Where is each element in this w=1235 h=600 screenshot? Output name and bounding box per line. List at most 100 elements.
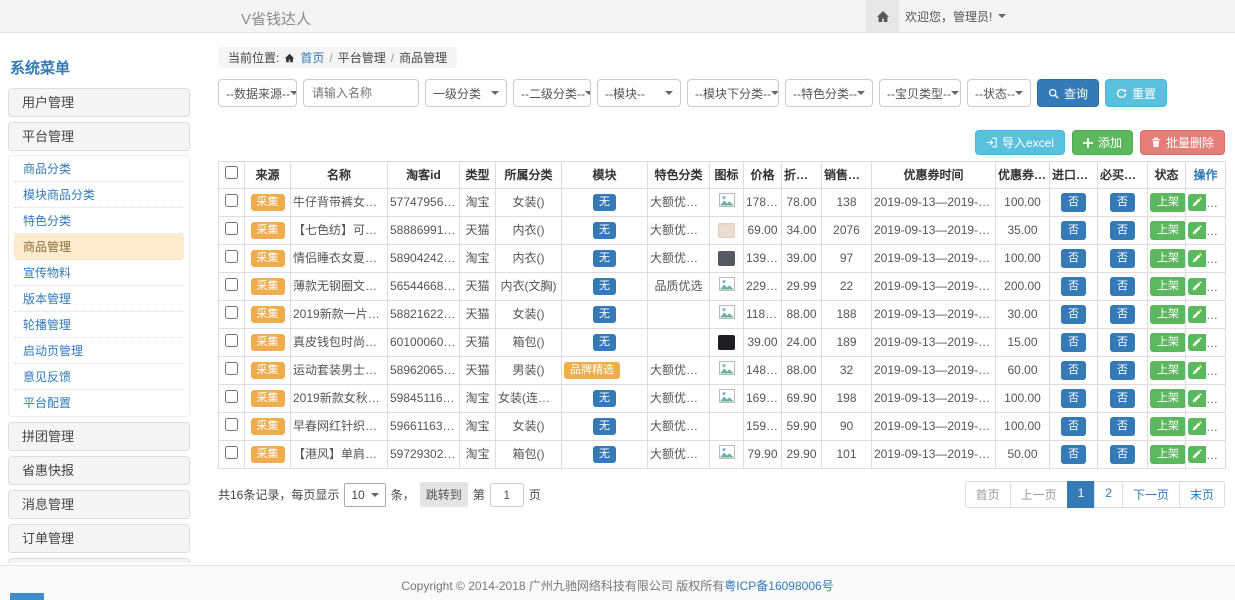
search-button[interactable]: 查询 bbox=[1037, 79, 1099, 107]
page-button-1[interactable]: 1 bbox=[1067, 481, 1096, 508]
import-excel-button[interactable]: 导入excel bbox=[975, 130, 1065, 155]
data-source-select[interactable]: --数据来源-- bbox=[218, 79, 297, 107]
status-button[interactable]: 上架 bbox=[1150, 193, 1186, 212]
must-buy-toggle-button[interactable]: 否 bbox=[1110, 445, 1135, 464]
must-buy-toggle-button[interactable]: 否 bbox=[1110, 221, 1135, 240]
edit-button[interactable] bbox=[1188, 390, 1206, 407]
status-button[interactable]: 上架 bbox=[1150, 333, 1186, 352]
edit-button[interactable] bbox=[1188, 194, 1206, 211]
edit-button[interactable] bbox=[1188, 446, 1206, 463]
page-size-select[interactable]: 10 bbox=[344, 483, 385, 507]
module-subcategory-select[interactable]: --模块下分类-- bbox=[687, 79, 779, 107]
sidebar-panel-平台管理[interactable]: 平台管理 bbox=[8, 122, 190, 151]
sidebar-panel-消息管理[interactable]: 消息管理 bbox=[8, 490, 190, 519]
page-button-2[interactable]: 2 bbox=[1094, 481, 1123, 508]
sidebar-item-意见反馈[interactable]: 意见反馈 bbox=[14, 364, 184, 390]
table-row: 采集真皮钱包时尚优雅女士...601000601341天猫箱包()无39.002… bbox=[219, 329, 1226, 357]
reset-button[interactable]: 重置 bbox=[1105, 79, 1167, 107]
sidebar-item-平台配置[interactable]: 平台配置 bbox=[14, 390, 184, 416]
must-buy-toggle-button[interactable]: 否 bbox=[1110, 417, 1135, 436]
row-checkbox[interactable] bbox=[225, 334, 238, 347]
edit-button[interactable] bbox=[1188, 222, 1206, 239]
sidebar-item-宣传物料[interactable]: 宣传物料 bbox=[14, 260, 184, 286]
imported-toggle-button[interactable]: 否 bbox=[1061, 193, 1086, 212]
breadcrumb-home-link[interactable]: 首页 bbox=[300, 49, 324, 66]
page-number-input[interactable] bbox=[490, 483, 524, 507]
cell-category: 女装(连衣裙) bbox=[496, 385, 562, 413]
category-level1-select[interactable]: 一级分类 bbox=[425, 79, 507, 107]
imported-toggle-button[interactable]: 否 bbox=[1061, 361, 1086, 380]
imported-toggle-button[interactable]: 否 bbox=[1061, 221, 1086, 240]
sidebar-panel-用户管理[interactable]: 用户管理 bbox=[8, 88, 190, 117]
edit-button[interactable] bbox=[1188, 334, 1206, 351]
add-button[interactable]: 添加 bbox=[1072, 130, 1133, 155]
sidebar-panel-兑换管理[interactable]: 兑换管理 bbox=[8, 558, 190, 563]
must-buy-toggle-button[interactable]: 否 bbox=[1110, 249, 1135, 268]
sidebar-item-特色分类[interactable]: 特色分类 bbox=[14, 208, 184, 234]
status-button[interactable]: 上架 bbox=[1150, 417, 1186, 436]
status-button[interactable]: 上架 bbox=[1150, 389, 1186, 408]
icp-link[interactable]: 粤ICP备16098006号 bbox=[724, 579, 833, 593]
status-select[interactable]: --状态-- bbox=[967, 79, 1031, 107]
user-menu[interactable]: 欢迎您，管理员! bbox=[905, 0, 1006, 32]
row-checkbox[interactable] bbox=[225, 278, 238, 291]
status-button[interactable]: 上架 bbox=[1150, 221, 1186, 240]
sidebar-item-启动页管理[interactable]: 启动页管理 bbox=[14, 338, 184, 364]
row-checkbox[interactable] bbox=[225, 306, 238, 319]
category-level2-select[interactable]: --二级分类-- bbox=[513, 79, 591, 107]
sidebar-panel-拼团管理[interactable]: 拼团管理 bbox=[8, 422, 190, 451]
must-buy-toggle-button[interactable]: 否 bbox=[1110, 193, 1135, 212]
feature-category-select[interactable]: --特色分类-- bbox=[785, 79, 873, 107]
status-button[interactable]: 上架 bbox=[1150, 249, 1186, 268]
imported-toggle-button[interactable]: 否 bbox=[1061, 249, 1086, 268]
must-buy-toggle-button[interactable]: 否 bbox=[1110, 389, 1135, 408]
batch-delete-button[interactable]: 批量删除 bbox=[1140, 130, 1225, 155]
imported-toggle-button[interactable]: 否 bbox=[1061, 333, 1086, 352]
select-all-checkbox[interactable] bbox=[225, 166, 238, 179]
status-button[interactable]: 上架 bbox=[1150, 361, 1186, 380]
row-checkbox[interactable] bbox=[225, 250, 238, 263]
row-checkbox[interactable] bbox=[225, 390, 238, 403]
page-button-末页[interactable]: 末页 bbox=[1179, 481, 1225, 508]
imported-toggle-button[interactable]: 否 bbox=[1061, 389, 1086, 408]
imported-toggle-button[interactable]: 否 bbox=[1061, 305, 1086, 324]
status-button[interactable]: 上架 bbox=[1150, 277, 1186, 296]
row-checkbox[interactable] bbox=[225, 194, 238, 207]
sidebar-item-轮播管理[interactable]: 轮播管理 bbox=[14, 312, 184, 338]
row-checkbox[interactable] bbox=[225, 222, 238, 235]
item-type-select[interactable]: --宝贝类型-- bbox=[879, 79, 961, 107]
edit-button[interactable] bbox=[1188, 278, 1206, 295]
jump-button[interactable]: 跳转到 bbox=[420, 482, 468, 507]
must-buy-toggle-button[interactable]: 否 bbox=[1110, 277, 1135, 296]
must-buy-toggle-button[interactable]: 否 bbox=[1110, 361, 1135, 380]
edit-button[interactable] bbox=[1188, 362, 1206, 379]
cell-imported: 否 bbox=[1050, 441, 1098, 469]
sidebar-item-商品分类[interactable]: 商品分类 bbox=[14, 156, 184, 182]
must-buy-toggle-button[interactable]: 否 bbox=[1110, 333, 1135, 352]
page-button-下一页[interactable]: 下一页 bbox=[1122, 481, 1180, 508]
sidebar-panel-省惠快报[interactable]: 省惠快报 bbox=[8, 456, 190, 485]
imported-toggle-button[interactable]: 否 bbox=[1061, 445, 1086, 464]
cell-feature bbox=[648, 301, 710, 329]
module-select[interactable]: --模块-- bbox=[597, 79, 681, 107]
sidebar-item-模块商品分类[interactable]: 模块商品分类 bbox=[14, 182, 184, 208]
page-button-首页[interactable]: 首页 bbox=[965, 481, 1011, 508]
sidebar-item-版本管理[interactable]: 版本管理 bbox=[14, 286, 184, 312]
status-button[interactable]: 上架 bbox=[1150, 445, 1186, 464]
must-buy-toggle-button[interactable]: 否 bbox=[1110, 305, 1135, 324]
imported-toggle-button[interactable]: 否 bbox=[1061, 277, 1086, 296]
cell-discount-price: 59.90 bbox=[782, 413, 822, 441]
row-checkbox[interactable] bbox=[225, 362, 238, 375]
edit-button[interactable] bbox=[1188, 418, 1206, 435]
row-checkbox[interactable] bbox=[225, 418, 238, 431]
imported-toggle-button[interactable]: 否 bbox=[1061, 417, 1086, 436]
sidebar-panel-订单管理[interactable]: 订单管理 bbox=[8, 524, 190, 553]
row-checkbox[interactable] bbox=[225, 446, 238, 459]
edit-button[interactable] bbox=[1188, 306, 1206, 323]
page-button-上一页[interactable]: 上一页 bbox=[1010, 481, 1068, 508]
edit-button[interactable] bbox=[1188, 250, 1206, 267]
home-button[interactable] bbox=[866, 0, 899, 32]
sidebar-item-商品管理[interactable]: 商品管理 bbox=[14, 234, 184, 260]
name-input[interactable] bbox=[303, 79, 419, 107]
status-button[interactable]: 上架 bbox=[1150, 305, 1186, 324]
